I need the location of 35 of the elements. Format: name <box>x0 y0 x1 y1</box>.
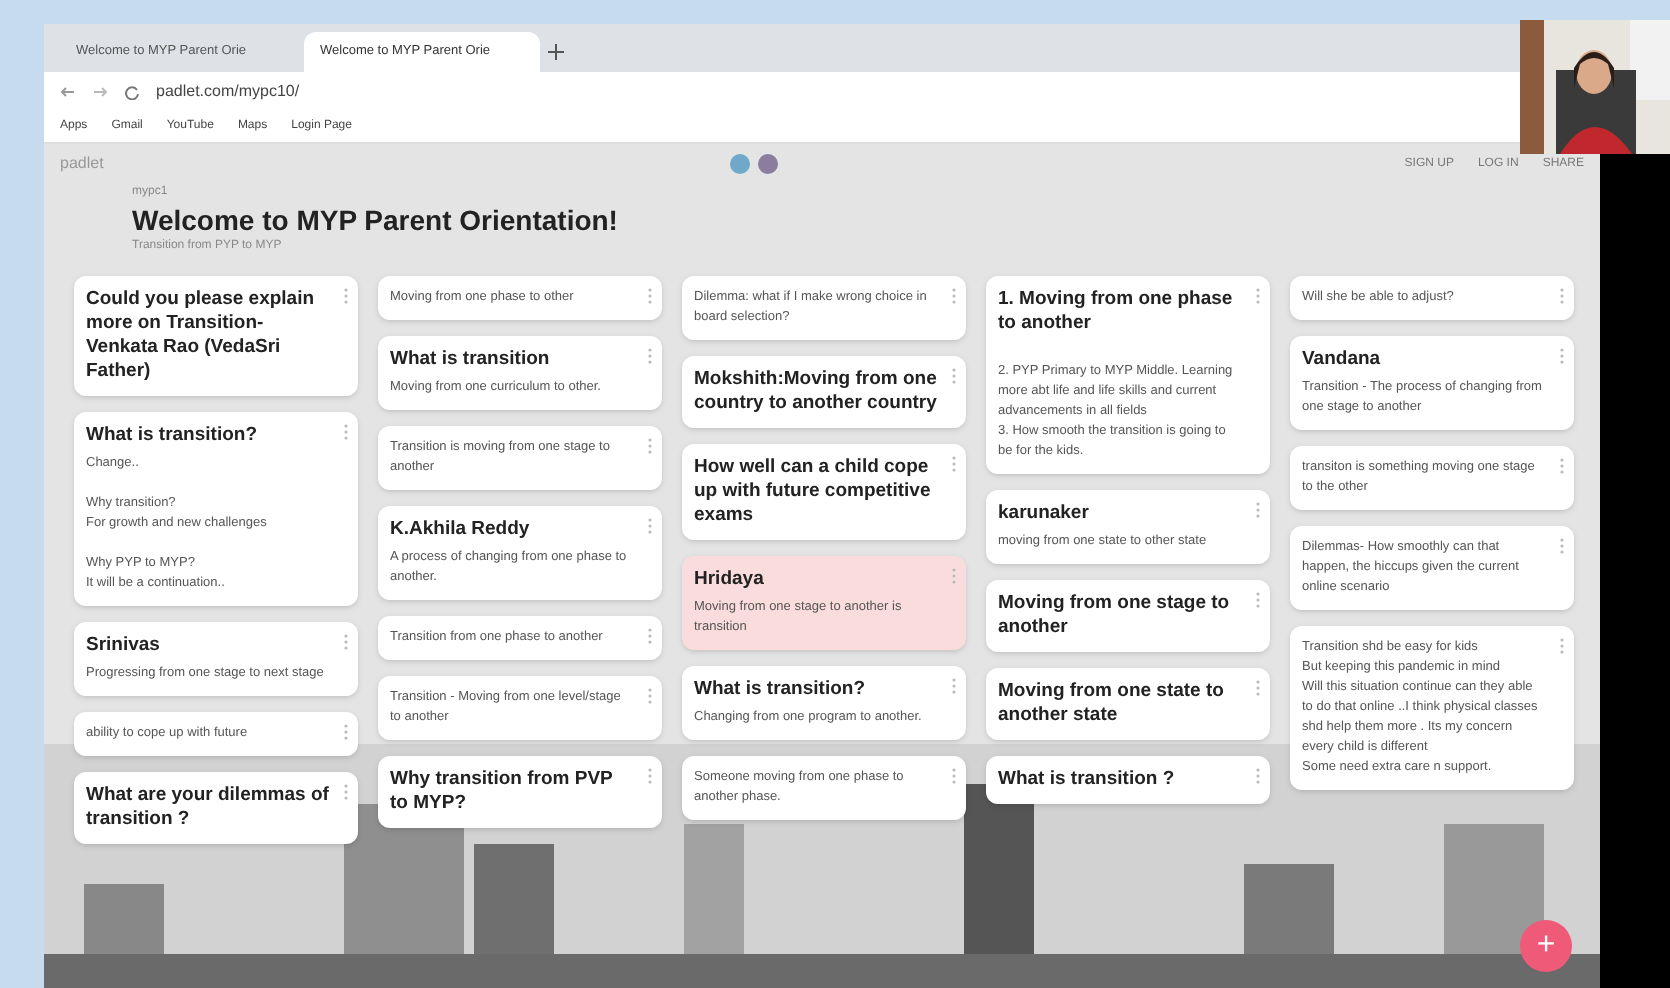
back-icon[interactable] <box>60 83 76 99</box>
post-title: Moving from one stage to another <box>998 592 1232 640</box>
forward-icon[interactable] <box>92 83 108 99</box>
new-tab-icon[interactable] <box>548 44 564 60</box>
post-card[interactable]: Why transition from PVP to MYP? <box>378 756 662 828</box>
post-card[interactable]: What is transition ? <box>986 756 1270 804</box>
post-title: Why transition from PVP to MYP? <box>390 768 615 816</box>
post-title: What is transition <box>390 348 552 372</box>
post-card[interactable] <box>986 276 1270 474</box>
post-card[interactable]: Mokshith:Moving from one country to another country <box>682 356 966 428</box>
post-title: What is transition? <box>86 424 259 448</box>
post-title: K.Akhila Reddy <box>390 518 532 542</box>
post-card[interactable]: Could you please explain more on Transition-Venkata Rao (VedaSri Father) <box>74 276 358 396</box>
avatar-icon <box>730 154 751 174</box>
board-title: Welcome to MYP Parent Orientation! <box>132 202 620 238</box>
post-title: karunaker <box>998 502 1091 526</box>
post-card[interactable] <box>1290 626 1574 790</box>
post-card[interactable]: What are your dilemmas of transition ? <box>74 772 358 844</box>
reload-icon[interactable] <box>124 83 140 99</box>
post-card[interactable]: How well can a child cope up with future competitive exams <box>682 444 966 540</box>
post-title: Hridaya <box>694 568 766 592</box>
post-title: Vandana <box>1302 348 1383 372</box>
avatar-icon <box>758 154 779 174</box>
post-title: How well can a child cope up with future competitive exams <box>694 456 933 528</box>
post-title: Could you please explain more on Transition-Venkata Rao (VedaSri Father) <box>86 288 317 384</box>
post-title: Srinivas <box>86 634 162 658</box>
post-title: What is transition? <box>694 678 867 702</box>
post-title: What is transition ? <box>998 768 1177 792</box>
post-title: Moving from one state to another state <box>998 680 1226 728</box>
post-card[interactable]: Moving from one state to another state <box>986 668 1270 740</box>
post-title: What are your dilemmas of transition ? <box>86 784 330 832</box>
post-card[interactable]: Moving from one stage to another <box>986 580 1270 652</box>
post-title: 1. Moving from one phase to another <box>998 288 1235 336</box>
post-title: Mokshith:Moving from one country to another country <box>694 368 938 416</box>
address-field[interactable]: padlet.com/mypc10/ <box>156 79 300 103</box>
